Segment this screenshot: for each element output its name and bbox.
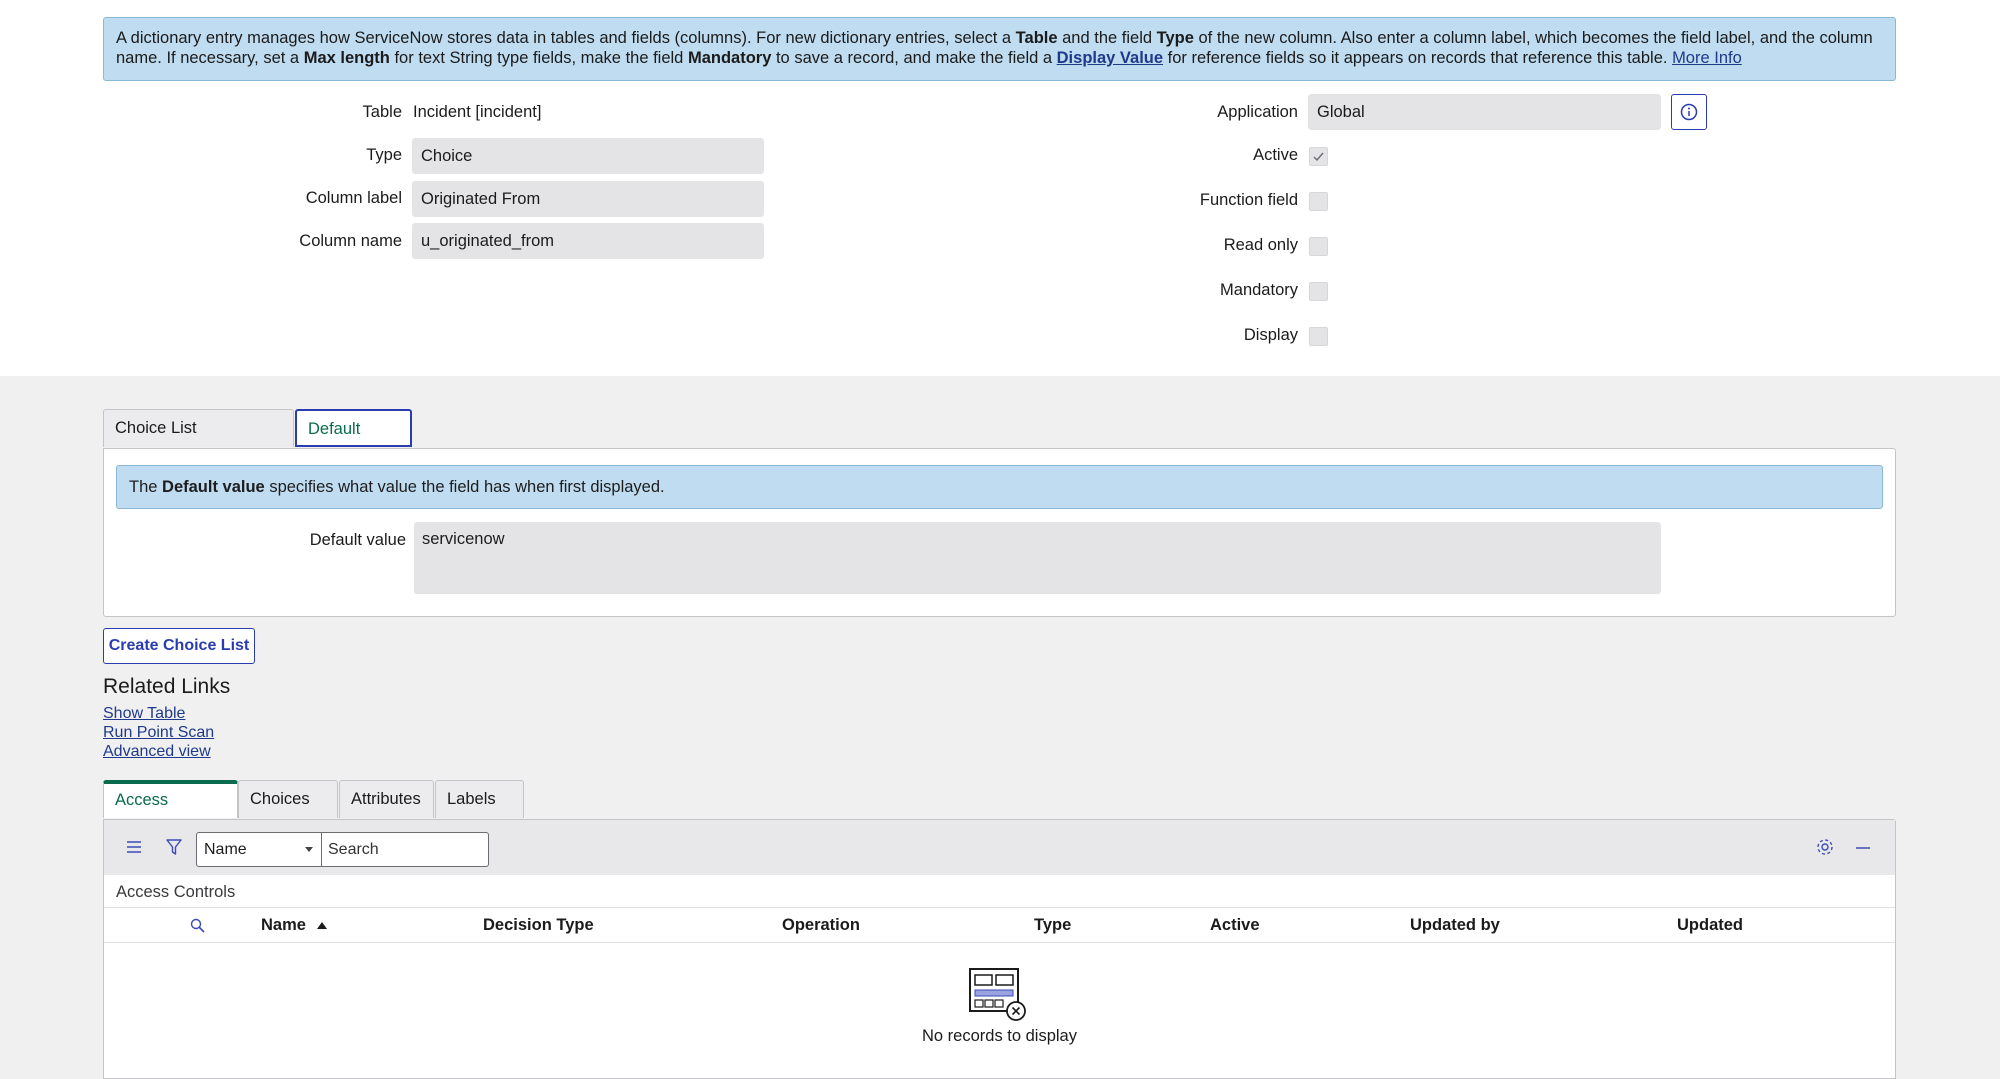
search-icon[interactable] <box>190 918 205 933</box>
empty-table-icon <box>968 968 1026 1021</box>
mandatory-label: Mandatory <box>1220 281 1298 299</box>
search-input[interactable]: Search <box>322 832 489 867</box>
table-value: Incident [incident] <box>413 103 542 121</box>
search-field-select-value: Name <box>204 841 247 858</box>
display-value-link[interactable]: Display Value <box>1057 49 1163 67</box>
type-label: Type <box>366 146 402 164</box>
default-value-textarea[interactable]: servicenow <box>414 522 1661 594</box>
banner-text: and the field <box>1057 29 1157 47</box>
banner-bold: Default value <box>162 478 265 496</box>
show-table-link[interactable]: Show Table <box>103 705 185 723</box>
banner-text: The <box>129 478 163 496</box>
column-header-name-label: Name <box>261 916 306 934</box>
info-icon <box>1680 103 1698 121</box>
column-name-label: Column name <box>299 232 402 250</box>
column-name-field[interactable]: u_originated_from <box>412 223 764 259</box>
tab-labels[interactable]: Labels (1) <box>435 780 524 844</box>
application-info-button[interactable] <box>1671 94 1707 130</box>
function-field-label: Function field <box>1199 191 1298 209</box>
sort-ascending-icon <box>316 922 327 929</box>
column-header-updated-by[interactable]: Updated by <box>1410 916 1500 935</box>
related-links-title: Related Links <box>103 675 231 698</box>
more-info-link[interactable]: More Info <box>1672 49 1742 67</box>
application-label: Application <box>1217 103 1298 121</box>
check-icon <box>1313 152 1324 162</box>
empty-state: No records to display <box>104 967 1895 1045</box>
banner-text: A dictionary entry manages how ServiceNo… <box>116 29 1016 47</box>
banner-bold: Mandatory <box>687 49 772 67</box>
column-header-name[interactable]: Name <box>261 916 327 935</box>
table-label: Table <box>362 103 402 121</box>
collapse-icon[interactable] <box>1855 846 1871 850</box>
application-field[interactable]: Global <box>1308 94 1661 130</box>
column-header-type[interactable]: Type <box>1034 916 1071 935</box>
default-value-banner: The Default value specifies what value t… <box>116 465 1883 509</box>
display-label: Display <box>1243 326 1298 344</box>
default-value-panel: The Default value specifies what value t… <box>103 448 1896 617</box>
active-checkbox[interactable] <box>1309 147 1328 166</box>
active-label: Active <box>1253 146 1298 164</box>
run-point-scan-link[interactable]: Run Point Scan <box>103 724 214 742</box>
banner-text: specifies what value the field has when … <box>264 478 665 496</box>
read-only-label: Read only <box>1223 236 1298 254</box>
banner-text: for text String type fields, make the fi… <box>389 49 688 67</box>
banner-bold: Table <box>1015 29 1058 47</box>
display-checkbox[interactable] <box>1309 327 1328 346</box>
list-toolbar: Name Search <box>104 820 1895 875</box>
mandatory-checkbox[interactable] <box>1309 282 1328 301</box>
column-label-label: Column label <box>305 189 402 207</box>
tab-access-controls[interactable]: Access Controls <box>103 780 238 841</box>
tab-choices[interactable]: Choices (3) <box>238 780 338 844</box>
function-field-checkbox[interactable] <box>1309 192 1328 211</box>
list-title: Access Controls <box>116 883 236 901</box>
create-choice-list-button[interactable]: Create Choice List <box>103 628 255 664</box>
search-field-select[interactable]: Name <box>196 832 322 867</box>
access-controls-list: Name Search Access Controls Name Decisio… <box>103 819 1896 1079</box>
column-header-operation[interactable]: Operation <box>782 916 860 935</box>
advanced-view-link[interactable]: Advanced view <box>103 743 211 761</box>
banner-text: to save a record, and make the field a <box>771 49 1057 67</box>
chevron-down-icon <box>305 847 313 852</box>
gear-icon[interactable] <box>1816 838 1834 856</box>
column-header-decision-type[interactable]: Decision Type <box>483 916 594 935</box>
banner-text: for reference fields so it appears on re… <box>1163 49 1673 67</box>
banner-bold: Max length <box>303 49 390 67</box>
column-header-active[interactable]: Active <box>1210 916 1260 935</box>
column-label-field[interactable]: Originated From <box>412 181 764 217</box>
tab-default-value[interactable]: Default Value <box>295 409 412 474</box>
column-header-updated[interactable]: Updated <box>1677 916 1743 935</box>
tab-choice-list-specification[interactable]: Choice List Specification <box>103 409 294 473</box>
default-value-label: Default value <box>309 531 406 549</box>
info-banner: A dictionary entry manages how ServiceNo… <box>103 17 1896 81</box>
read-only-checkbox[interactable] <box>1309 237 1328 256</box>
no-records-text: No records to display <box>922 1027 1077 1045</box>
form-header-area: A dictionary entry manages how ServiceNo… <box>0 0 2000 376</box>
banner-bold: Type <box>1156 29 1194 47</box>
hamburger-menu-icon[interactable] <box>126 840 142 854</box>
tab-attributes[interactable]: Attributes <box>339 780 434 818</box>
type-field[interactable]: Choice <box>412 138 764 174</box>
list-header-row: Name Decision Type Operation Type Active… <box>104 907 1895 943</box>
filter-icon[interactable] <box>165 838 183 856</box>
